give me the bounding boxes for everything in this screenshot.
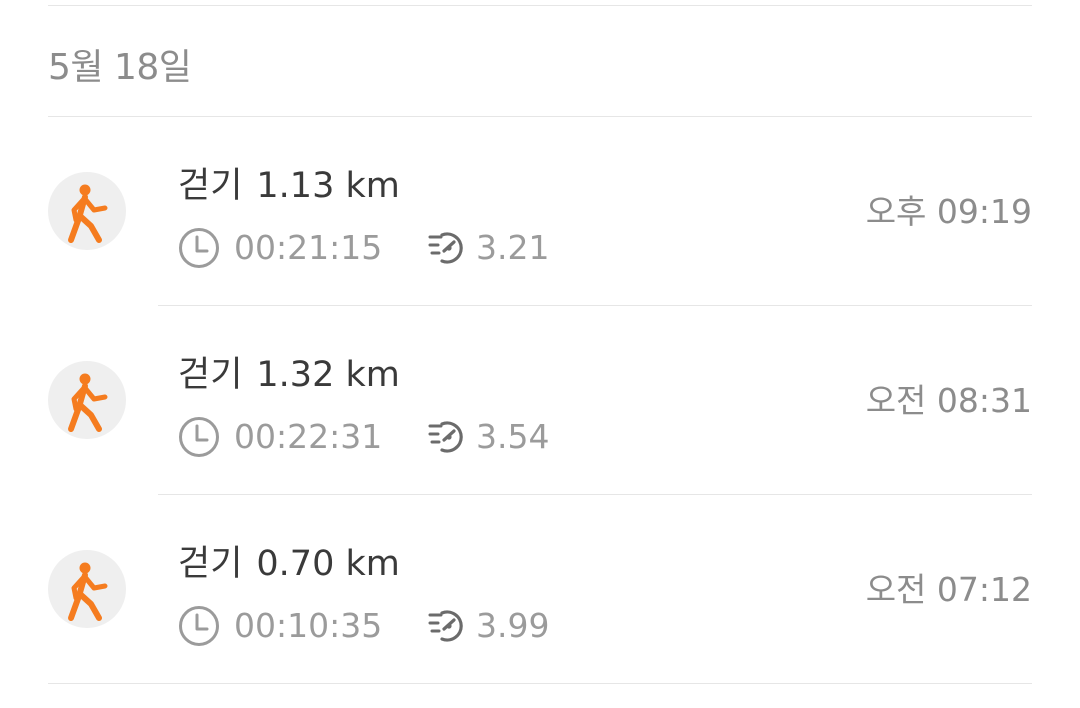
activity-distance: 0.70 km [256, 544, 400, 584]
activity-pace: 3.54 [476, 417, 550, 456]
pace-icon [428, 421, 463, 453]
activity-time: 오전 07:12 [865, 570, 1032, 609]
date-header: 5월 18일 [48, 47, 192, 88]
activity-distance: 1.13 km [256, 166, 400, 206]
activity-type: 걷기 [178, 544, 243, 584]
activity-duration: 00:22:31 [234, 417, 383, 456]
walking-icon [48, 550, 126, 628]
top-divider [48, 5, 1032, 6]
activity-pace: 3.21 [476, 228, 550, 267]
activity-duration: 00:10:35 [234, 606, 383, 645]
activity-type: 걷기 [178, 166, 243, 206]
activity-title: 걷기 1.32 km [178, 346, 400, 397]
pace-icon [428, 232, 463, 264]
walking-icon [48, 361, 126, 439]
walking-icon [48, 172, 126, 250]
activity-row[interactable]: 걷기 0.70 km 00:10:35 3.99 오전 07:12 [0, 495, 1080, 684]
activity-pace: 3.99 [476, 606, 550, 645]
row-divider [48, 683, 1032, 684]
clock-icon [179, 228, 219, 268]
activity-time: 오전 08:31 [865, 381, 1032, 420]
activity-title: 걷기 1.13 km [178, 157, 400, 208]
activity-time: 오후 09:19 [865, 192, 1032, 231]
activity-row[interactable]: 걷기 1.32 km 00:22:31 3.54 오전 08:31 [0, 306, 1080, 495]
activity-row[interactable]: 걷기 1.13 km 00:21:15 3.21 오후 09:19 [0, 117, 1080, 306]
clock-icon [179, 417, 219, 457]
clock-icon [179, 606, 219, 646]
activity-type: 걷기 [178, 355, 243, 395]
activity-distance: 1.32 km [256, 355, 400, 395]
activity-duration: 00:21:15 [234, 228, 383, 267]
activity-title: 걷기 0.70 km [178, 535, 400, 586]
pace-icon [428, 610, 463, 642]
